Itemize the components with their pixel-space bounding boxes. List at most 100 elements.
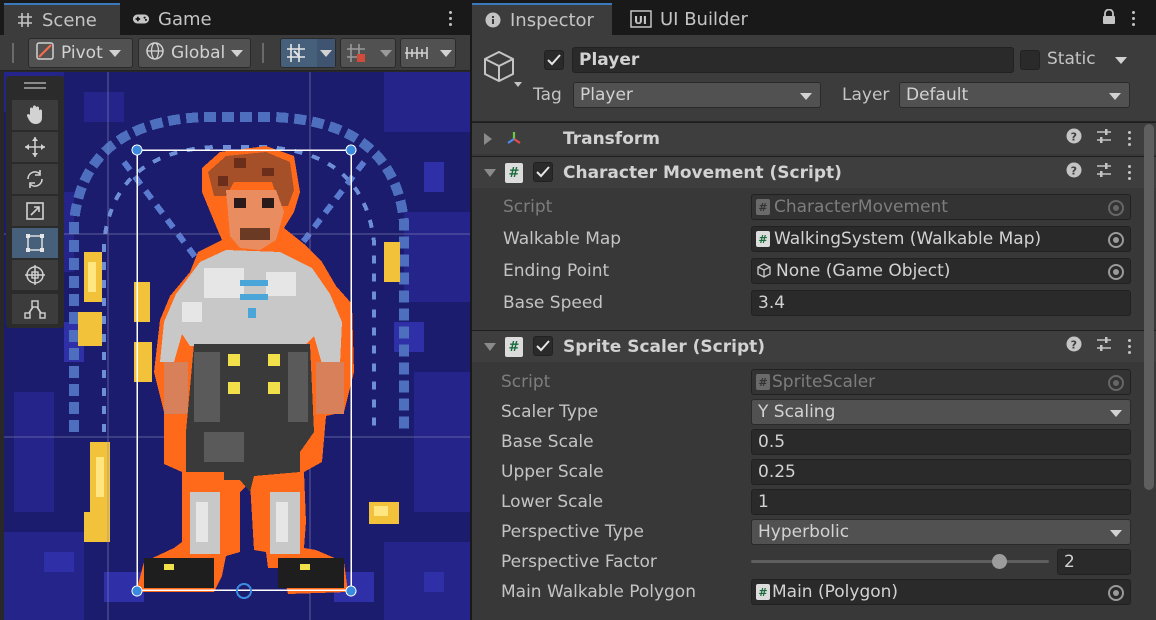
pivot-icon [35, 41, 55, 66]
presets-icon[interactable] [1096, 336, 1112, 357]
walkable-map-field[interactable]: # WalkingSystem (Walkable Map) [751, 226, 1131, 252]
tag-label: Tag [533, 85, 562, 105]
walkable-map-label: Walkable Map [503, 229, 622, 249]
svg-text:UI: UI [634, 14, 647, 27]
upper-scale-field[interactable]: 0.25 [751, 459, 1131, 485]
lower-scale-label: Lower Scale [501, 492, 604, 512]
tab-ui-builder[interactable]: UI UI Builder [618, 3, 760, 35]
presets-icon[interactable] [1096, 162, 1112, 183]
foldout-expanded-icon[interactable] [484, 342, 496, 351]
ending-point-field[interactable]: None (Game Object) [751, 258, 1131, 284]
object-picker-icon[interactable] [1108, 264, 1124, 280]
slider-thumb[interactable] [991, 554, 1007, 569]
help-icon[interactable]: ? [1066, 162, 1082, 183]
gameobject-active-checkbox[interactable] [544, 50, 564, 70]
layer-dropdown[interactable]: Default [899, 82, 1130, 108]
rect-tool-icon[interactable] [12, 228, 58, 258]
perspective-type-dropdown[interactable]: Hyperbolic [751, 519, 1131, 545]
pivot-dropdown[interactable]: Pivot [28, 38, 133, 68]
tab-inspector[interactable]: Inspector [472, 3, 612, 35]
foldout-expanded-icon[interactable] [484, 168, 496, 177]
rotate-tool-icon[interactable] [12, 164, 58, 194]
base-scale-field[interactable]: 0.5 [751, 429, 1131, 455]
component-menu-icon[interactable] [1126, 165, 1132, 180]
chevron-down-icon [377, 49, 395, 57]
cm-script-label: Script [503, 197, 553, 217]
upper-scale-value: 0.25 [758, 462, 796, 482]
static-label: Static [1047, 49, 1096, 69]
sprite-scaler-enabled-checkbox[interactable] [533, 336, 553, 356]
component-menu-icon[interactable] [1126, 131, 1132, 146]
script-icon: # [505, 163, 523, 183]
help-icon[interactable]: ? [1066, 128, 1082, 149]
static-checkbox[interactable] [1020, 50, 1040, 70]
gameobject-header: Player Static Tag Player Layer Default [472, 35, 1156, 122]
gameobject-cube-icon[interactable] [482, 49, 526, 96]
foldout-collapsed-icon[interactable] [484, 132, 492, 145]
base-scale-value: 0.5 [758, 432, 786, 452]
perspective-type-label: Perspective Type [501, 522, 644, 542]
character-movement-enabled-checkbox[interactable] [533, 162, 553, 182]
component-header-icons: ? [1066, 128, 1132, 149]
script-icon: # [756, 199, 770, 215]
scale-tool-icon[interactable] [12, 196, 58, 226]
tag-dropdown[interactable]: Player [573, 82, 821, 108]
global-label: Global [171, 43, 226, 63]
tab-game[interactable]: Game [120, 3, 224, 35]
object-picker-icon[interactable] [1108, 585, 1124, 601]
static-dropdown-icon[interactable] [1115, 57, 1127, 64]
tab-scene[interactable]: Scene [4, 3, 120, 35]
presets-icon[interactable] [1096, 128, 1112, 149]
transform-header[interactable]: Transform ? [472, 122, 1156, 154]
help-icon[interactable]: ? [1066, 336, 1082, 357]
gameobject-name-field[interactable]: Player [572, 47, 1014, 73]
inspector-tabbar: Inspector UI UI Builder [472, 0, 1156, 35]
sprite-scaler-header[interactable]: # Sprite Scaler (Script) ? [472, 330, 1156, 362]
inspector-menu-icon[interactable] [1130, 11, 1136, 26]
component-menu-icon[interactable] [1126, 339, 1132, 354]
transform-tool-icon[interactable] [12, 260, 58, 290]
chevron-down-icon [231, 49, 244, 57]
scene-menu-icon[interactable] [447, 11, 453, 26]
perspective-type-value: Hyperbolic [758, 522, 850, 542]
tool-strip-grip[interactable] [24, 82, 46, 84]
scene-viewport[interactable] [4, 72, 470, 620]
lower-scale-field[interactable]: 1 [751, 489, 1131, 515]
upper-scale-label: Upper Scale [501, 462, 604, 482]
pivot-label: Pivot [61, 43, 103, 63]
lock-icon[interactable] [1102, 8, 1116, 30]
object-picker-icon[interactable] [1108, 232, 1124, 248]
layer-label: Layer [842, 85, 890, 105]
character-movement-header[interactable]: # Character Movement (Script) ? [472, 156, 1156, 188]
component-header-icons: ? [1066, 336, 1132, 357]
inspector-scrollbar[interactable] [1144, 124, 1154, 490]
move-tool-icon[interactable] [12, 132, 58, 162]
global-dropdown[interactable]: Global [138, 38, 251, 68]
custom-tool-icon[interactable] [12, 294, 58, 324]
ending-point-label: Ending Point [503, 261, 610, 281]
perspective-factor-field[interactable]: 2 [1057, 549, 1131, 575]
lower-scale-value: 1 [758, 492, 769, 512]
gameobject-cube-icon [756, 263, 772, 279]
layer-value: Default [906, 85, 969, 105]
ruler-dropdown[interactable] [400, 38, 456, 68]
transform-title: Transform [563, 128, 660, 149]
grid-icon [16, 11, 34, 29]
component-header-icons: ? [1066, 162, 1132, 183]
info-icon [484, 11, 502, 29]
scaler-type-dropdown[interactable]: Y Scaling [751, 399, 1131, 425]
grid-snap-dropdown[interactable] [280, 38, 336, 68]
base-speed-field[interactable]: 3.4 [751, 290, 1131, 316]
increment-snap-dropdown[interactable] [340, 38, 396, 68]
hand-tool-icon[interactable] [12, 100, 58, 130]
object-picker-icon [1108, 375, 1124, 391]
perspective-factor-slider[interactable] [751, 549, 1049, 575]
main-polygon-field[interactable]: # Main (Polygon) [751, 579, 1131, 605]
tab-game-label: Game [158, 8, 212, 30]
walkable-map-value: WalkingSystem (Walkable Map) [774, 229, 1042, 249]
chevron-down-icon [800, 93, 812, 100]
ss-script-label: Script [501, 372, 551, 392]
script-icon: # [756, 374, 770, 390]
ui-builder-icon: UI [630, 10, 652, 28]
cm-script-value: CharacterMovement [774, 197, 948, 217]
